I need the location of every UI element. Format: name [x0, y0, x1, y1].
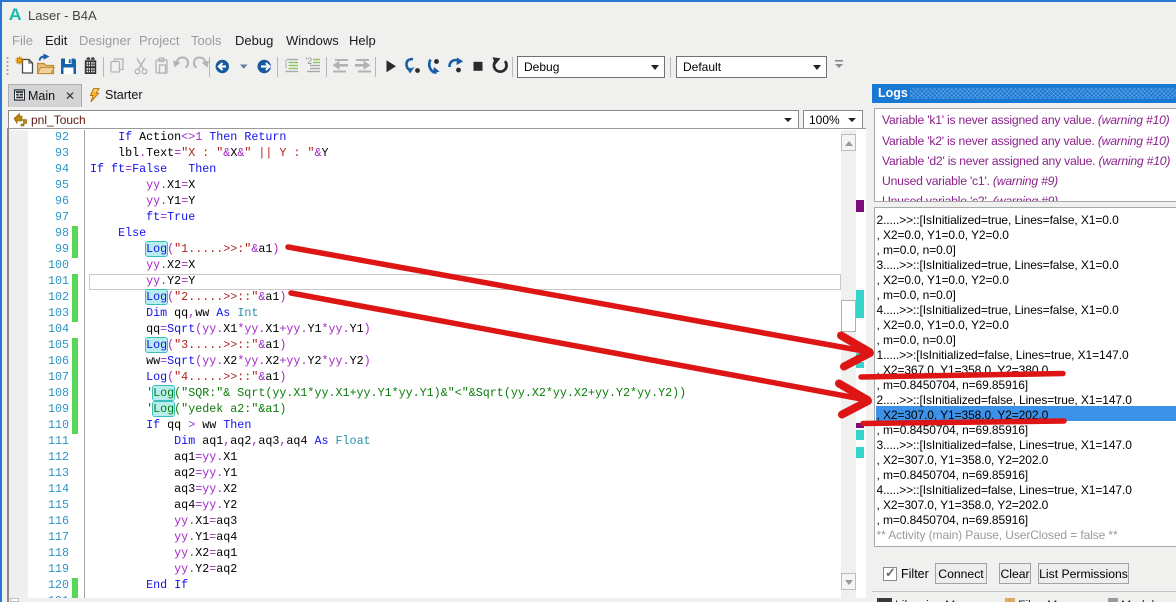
svg-text:'2: '2	[306, 56, 313, 66]
